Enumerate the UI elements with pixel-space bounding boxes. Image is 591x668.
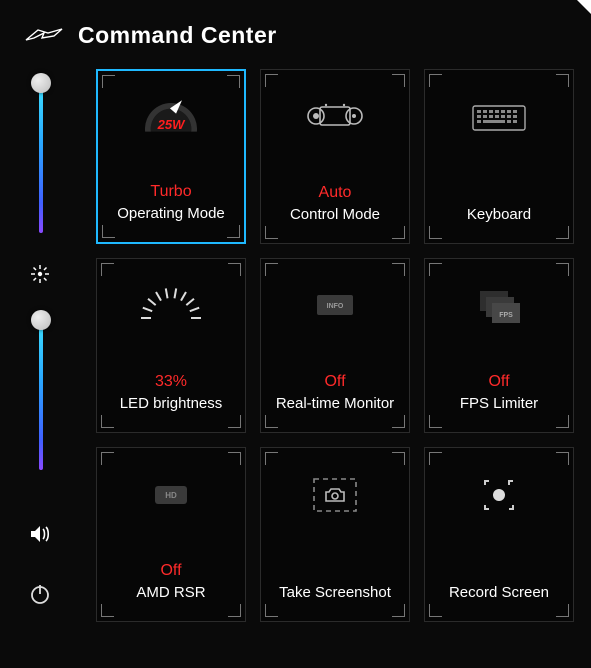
tile-value: Off [488, 373, 509, 393]
page-title: Command Center [78, 22, 277, 49]
header: Command Center [0, 0, 591, 59]
tile-led-brightness[interactable]: 33% LED brightness [96, 258, 246, 433]
tile-control-mode[interactable]: Auto Control Mode [260, 69, 410, 244]
tile-value: Auto [319, 184, 352, 204]
tile-label: AMD RSR [136, 584, 205, 603]
tile-label: LED brightness [120, 395, 223, 414]
power-icon[interactable] [28, 582, 52, 611]
tile-amd-rsr[interactable]: HD Off AMD RSR [96, 447, 246, 622]
tile-realtime-monitor[interactable]: INFO Off Real-time Monitor [260, 258, 410, 433]
tile-value: 33% [155, 373, 187, 393]
body: 25W Turbo Operating Mode Auto Control Mo… [0, 59, 591, 629]
tile-fps-limiter[interactable]: FPS Off FPS Limiter [424, 258, 574, 433]
command-center-panel: Command Center 25 [0, 0, 591, 668]
brightness-slider[interactable] [31, 71, 49, 241]
tile-label: Keyboard [467, 206, 531, 225]
record-icon [477, 468, 521, 522]
volume-slider[interactable] [31, 308, 49, 478]
svg-text:INFO: INFO [327, 303, 344, 310]
tile-label: FPS Limiter [460, 395, 538, 414]
tile-label: Control Mode [290, 206, 380, 225]
volume-icon[interactable] [28, 523, 52, 550]
svg-text:FPS: FPS [499, 312, 513, 319]
controller-icon [306, 90, 364, 144]
speedometer-icon: 25W [145, 91, 197, 145]
tile-keyboard[interactable]: Keyboard [424, 69, 574, 244]
gauge-icon [139, 279, 203, 333]
side-controls [0, 59, 80, 629]
fps-icon: FPS [474, 279, 524, 333]
info-panel-icon: INFO [311, 279, 359, 333]
keyboard-icon [471, 90, 527, 144]
tile-label: Real-time Monitor [276, 395, 394, 414]
tile-take-screenshot[interactable]: Take Screenshot [260, 447, 410, 622]
tile-record-screen[interactable]: Record Screen [424, 447, 574, 622]
tiles-grid: 25W Turbo Operating Mode Auto Control Mo… [80, 59, 591, 629]
sparkle-icon [29, 263, 51, 290]
tile-value: Off [324, 373, 345, 393]
rog-logo-icon [24, 24, 64, 48]
hd-chip-icon: HD [149, 468, 193, 522]
drag-corner-icon[interactable] [577, 0, 591, 14]
tile-value: Off [160, 562, 181, 582]
tile-operating-mode[interactable]: 25W Turbo Operating Mode [96, 69, 246, 244]
tile-label: Take Screenshot [279, 584, 391, 603]
tile-label: Operating Mode [117, 205, 225, 224]
slider-handle[interactable] [31, 73, 51, 93]
screenshot-icon [310, 468, 360, 522]
svg-text:HD: HD [165, 491, 177, 500]
tile-label: Record Screen [449, 584, 549, 603]
slider-handle[interactable] [31, 310, 51, 330]
tile-value: Turbo [150, 183, 191, 203]
